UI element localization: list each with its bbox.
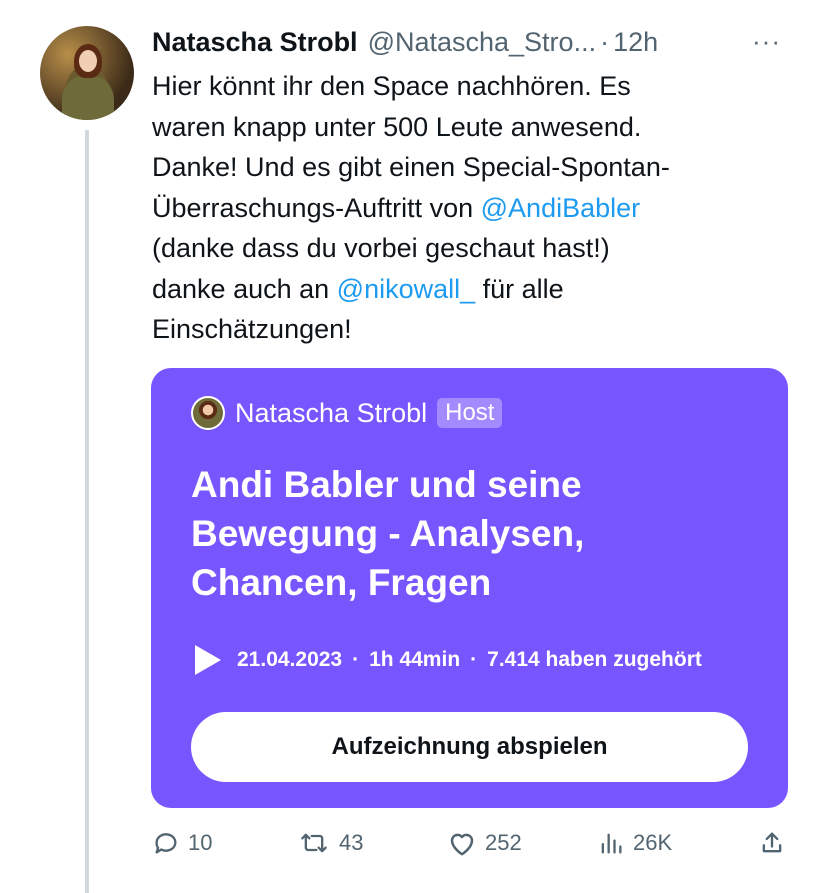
avatar-coat (62, 76, 114, 120)
tweet-actions: 10 43 252 26K (152, 823, 792, 863)
reply-button[interactable]: 10 (152, 823, 212, 863)
reply-icon (155, 833, 177, 854)
tweet-text-fragment: Überraschungs-Auftritt von (152, 192, 481, 223)
tweet-time[interactable]: 12h (613, 27, 658, 58)
tweet-text-line: Danke! Und es gibt einen Special-Spontan… (152, 152, 670, 182)
tweet-text: Hier könnt ihr den Space nachhören. Es w… (152, 66, 802, 350)
meta-separator: · (352, 648, 360, 671)
tweet-text-line: Überraschungs-Auftritt von @AndiBabler (152, 188, 802, 229)
space-card[interactable]: Natascha Strobl Host Andi Babler und sei… (151, 368, 788, 808)
author-name[interactable]: Natascha Strobl (152, 27, 358, 58)
share-button[interactable] (758, 823, 786, 863)
meta-separator: · (470, 648, 478, 671)
views-button[interactable]: 26K (597, 823, 672, 863)
retweet-button[interactable]: 43 (297, 823, 363, 863)
tweet-header: Natascha Strobl @Natascha_Stro... · 12h (152, 22, 658, 62)
play-recording-button[interactable]: Aufzeichnung abspielen (191, 712, 748, 782)
host-name: Natascha Strobl (235, 397, 428, 428)
heart-icon (450, 833, 474, 856)
space-title-line: Andi Babler und seine (191, 464, 582, 505)
thread-line (85, 130, 89, 893)
author-avatar[interactable] (40, 26, 134, 120)
tweet-text-line: danke auch an @nikowall_ für alle (152, 269, 802, 310)
space-meta: 21.04.2023 · 1h 44min · 7.414 haben zuge… (195, 645, 702, 675)
host-avatar (191, 396, 225, 430)
tweet-text-line: Hier könnt ihr den Space nachhören. Es (152, 71, 631, 101)
tweet-text-line: (danke dass du vorbei geschaut hast!) (152, 233, 610, 263)
reply-count: 10 (188, 830, 213, 855)
views-icon (601, 833, 622, 854)
retweet-icon (301, 833, 327, 853)
mention-link-andibabler[interactable]: @AndiBabler (481, 193, 641, 223)
tweet-text-line: Einschätzungen! (152, 314, 352, 344)
more-options-icon[interactable]: ··· (752, 26, 781, 57)
space-title: Andi Babler und seine Bewegung - Analyse… (191, 460, 751, 607)
space-title-line: Chancen, Fragen (191, 562, 492, 603)
space-date: 21.04.2023 (237, 648, 343, 671)
host-badge: Host (437, 398, 503, 428)
play-icon (195, 645, 221, 675)
space-host: Natascha Strobl Host (191, 396, 503, 430)
author-handle[interactable]: @Natascha_Stro... (368, 27, 597, 58)
tweet-text-fragment: für alle (475, 273, 564, 304)
space-title-line: Bewegung - Analysen, (191, 513, 585, 554)
header-separator: · (600, 26, 610, 57)
tweet-text-fragment: danke auch an (152, 273, 337, 304)
views-count: 26K (633, 830, 673, 855)
retweet-count: 43 (339, 830, 364, 855)
avatar-face (79, 50, 97, 72)
like-button[interactable]: 252 (447, 823, 522, 863)
space-listeners: 7.414 haben zugehört (487, 648, 702, 671)
share-icon (762, 832, 782, 853)
space-duration: 1h 44min (369, 648, 461, 671)
mention-link-nikowall[interactable]: @nikowall_ (337, 274, 475, 304)
tweet-text-line: waren knapp unter 500 Leute anwesend. (152, 111, 642, 142)
like-count: 252 (485, 830, 522, 855)
